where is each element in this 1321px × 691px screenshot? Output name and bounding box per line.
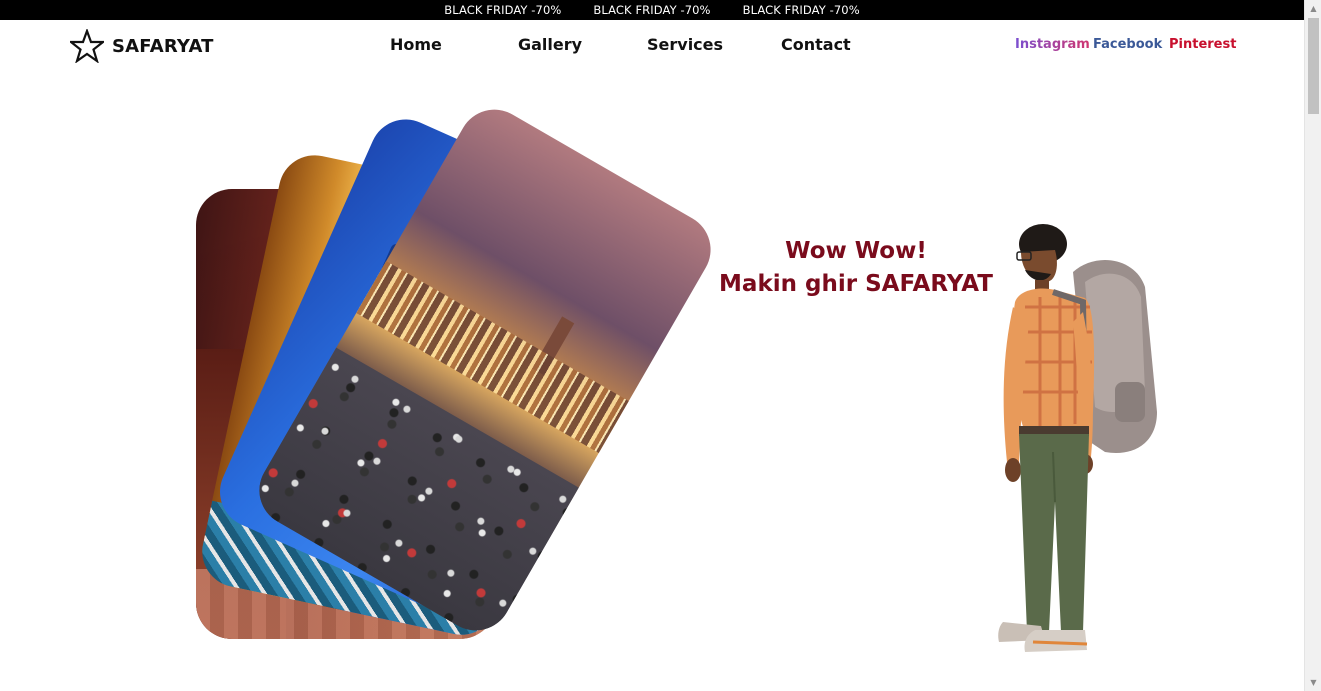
promo-item: BLACK FRIDAY -70%: [593, 3, 711, 17]
scrollbar-thumb[interactable]: [1308, 18, 1319, 114]
nav-home[interactable]: Home: [390, 35, 442, 54]
scroll-up-arrow-icon[interactable]: ▲: [1305, 0, 1321, 17]
promo-item: BLACK FRIDAY -70%: [742, 3, 860, 17]
hero-title-line-2: Makin ghir SAFARYAT: [719, 271, 993, 297]
site-header: SAFARYAT Home Gallery Services Contact I…: [0, 20, 1304, 72]
nav-contact[interactable]: Contact: [781, 35, 851, 54]
scroll-down-arrow-icon[interactable]: ▼: [1305, 674, 1321, 691]
vertical-scrollbar[interactable]: ▲ ▼: [1304, 0, 1321, 691]
hero-title-line-1: Wow Wow!: [785, 238, 927, 264]
page: BLACK FRIDAY -70% BLACK FRIDAY -70% BLAC…: [0, 0, 1304, 691]
social-facebook[interactable]: Facebook: [1093, 37, 1162, 52]
nav-services[interactable]: Services: [647, 35, 723, 54]
promo-bar: BLACK FRIDAY -70% BLACK FRIDAY -70% BLAC…: [0, 0, 1304, 20]
social-pinterest[interactable]: Pinterest: [1169, 37, 1236, 52]
nav-gallery[interactable]: Gallery: [518, 35, 582, 54]
backpacker-traveler-illustration: [998, 224, 1157, 652]
social-instagram[interactable]: Instagram: [1015, 37, 1090, 52]
promo-item: BLACK FRIDAY -70%: [444, 3, 562, 17]
